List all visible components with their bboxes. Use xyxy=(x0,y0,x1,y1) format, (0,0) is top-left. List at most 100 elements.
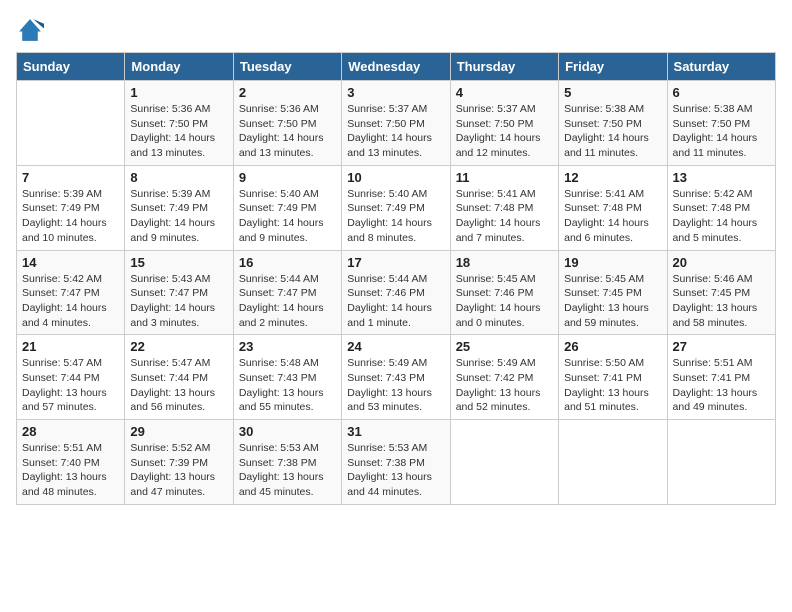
calendar-week-2: 7Sunrise: 5:39 AM Sunset: 7:49 PM Daylig… xyxy=(17,165,776,250)
day-info: Sunrise: 5:50 AM Sunset: 7:41 PM Dayligh… xyxy=(564,356,661,415)
column-header-monday: Monday xyxy=(125,53,233,81)
calendar-cell: 15Sunrise: 5:43 AM Sunset: 7:47 PM Dayli… xyxy=(125,250,233,335)
calendar-cell: 12 Sunrise: 5:41 AM Sunset: 7:48 PM Dayli… xyxy=(559,165,667,250)
calendar-cell: 30 Sunrise: 5:53 AM Sunset: 7:38 PM Dayli… xyxy=(233,420,341,505)
calendar-cell: 26Sunrise: 5:50 AM Sunset: 7:41 PM Dayli… xyxy=(559,335,667,420)
calendar-cell: 27 Sunrise: 5:51 AM Sunset: 7:41 PM Dayli… xyxy=(667,335,775,420)
day-info: Sunrise: 5:37 AM Sunset: 7:50 PM Dayligh… xyxy=(456,102,553,161)
day-info: Sunrise: 5:52 AM Sunset: 7:39 PM Dayligh… xyxy=(130,441,227,500)
column-header-thursday: Thursday xyxy=(450,53,558,81)
day-info: Sunrise: 5:49 AM Sunset: 7:43 PM Dayligh… xyxy=(347,356,444,415)
day-info: Sunrise: 5:51 AM Sunset: 7:40 PM Dayligh… xyxy=(22,441,119,500)
day-info: Sunrise: 5:53 AM Sunset: 7:38 PM Dayligh… xyxy=(239,441,336,500)
day-info: Sunrise: 5:45 AM Sunset: 7:45 PM Dayligh… xyxy=(564,272,661,331)
calendar-cell: 19 Sunrise: 5:45 AM Sunset: 7:45 PM Dayli… xyxy=(559,250,667,335)
column-header-sunday: Sunday xyxy=(17,53,125,81)
calendar-cell: 11Sunrise: 5:41 AM Sunset: 7:48 PM Dayli… xyxy=(450,165,558,250)
day-info: Sunrise: 5:42 AM Sunset: 7:47 PM Dayligh… xyxy=(22,272,119,331)
column-header-wednesday: Wednesday xyxy=(342,53,450,81)
day-info: Sunrise: 5:44 AM Sunset: 7:46 PM Dayligh… xyxy=(347,272,444,331)
day-info: Sunrise: 5:36 AM Sunset: 7:50 PM Dayligh… xyxy=(239,102,336,161)
day-number: 18 xyxy=(456,255,553,270)
calendar-cell xyxy=(17,81,125,166)
day-info: Sunrise: 5:45 AM Sunset: 7:46 PM Dayligh… xyxy=(456,272,553,331)
day-info: Sunrise: 5:53 AM Sunset: 7:38 PM Dayligh… xyxy=(347,441,444,500)
day-number: 30 xyxy=(239,424,336,439)
calendar-cell: 22 Sunrise: 5:47 AM Sunset: 7:44 PM Dayli… xyxy=(125,335,233,420)
calendar-week-5: 28 Sunrise: 5:51 AM Sunset: 7:40 PM Dayli… xyxy=(17,420,776,505)
day-number: 19 xyxy=(564,255,661,270)
calendar-cell xyxy=(450,420,558,505)
day-info: Sunrise: 5:41 AM Sunset: 7:48 PM Dayligh… xyxy=(564,187,661,246)
day-number: 22 xyxy=(130,339,227,354)
day-info: Sunrise: 5:44 AM Sunset: 7:47 PM Dayligh… xyxy=(239,272,336,331)
calendar-week-3: 14 Sunrise: 5:42 AM Sunset: 7:47 PM Dayli… xyxy=(17,250,776,335)
day-info: Sunrise: 5:47 AM Sunset: 7:44 PM Dayligh… xyxy=(130,356,227,415)
calendar-cell: 16 Sunrise: 5:44 AM Sunset: 7:47 PM Dayli… xyxy=(233,250,341,335)
calendar-cell: 20 Sunrise: 5:46 AM Sunset: 7:45 PM Dayli… xyxy=(667,250,775,335)
day-info: Sunrise: 5:43 AM Sunset: 7:47 PM Dayligh… xyxy=(130,272,227,331)
column-header-friday: Friday xyxy=(559,53,667,81)
day-number: 10 xyxy=(347,170,444,185)
calendar-cell: 10 Sunrise: 5:40 AM Sunset: 7:49 PM Dayli… xyxy=(342,165,450,250)
calendar-cell xyxy=(667,420,775,505)
calendar-cell: 24 Sunrise: 5:49 AM Sunset: 7:43 PM Dayli… xyxy=(342,335,450,420)
day-number: 31 xyxy=(347,424,444,439)
day-info: Sunrise: 5:38 AM Sunset: 7:50 PM Dayligh… xyxy=(673,102,770,161)
column-header-saturday: Saturday xyxy=(667,53,775,81)
calendar-cell: 29Sunrise: 5:52 AM Sunset: 7:39 PM Dayli… xyxy=(125,420,233,505)
day-info: Sunrise: 5:39 AM Sunset: 7:49 PM Dayligh… xyxy=(130,187,227,246)
day-info: Sunrise: 5:51 AM Sunset: 7:41 PM Dayligh… xyxy=(673,356,770,415)
calendar-cell: 1 Sunrise: 5:36 AM Sunset: 7:50 PM Daylig… xyxy=(125,81,233,166)
calendar-week-4: 21 Sunrise: 5:47 AM Sunset: 7:44 PM Dayli… xyxy=(17,335,776,420)
calendar-cell: 18 Sunrise: 5:45 AM Sunset: 7:46 PM Dayli… xyxy=(450,250,558,335)
calendar-week-1: 1 Sunrise: 5:36 AM Sunset: 7:50 PM Daylig… xyxy=(17,81,776,166)
day-info: Sunrise: 5:39 AM Sunset: 7:49 PM Dayligh… xyxy=(22,187,119,246)
page-header xyxy=(16,16,776,44)
day-number: 14 xyxy=(22,255,119,270)
day-number: 21 xyxy=(22,339,119,354)
day-info: Sunrise: 5:47 AM Sunset: 7:44 PM Dayligh… xyxy=(22,356,119,415)
calendar-cell: 14 Sunrise: 5:42 AM Sunset: 7:47 PM Dayli… xyxy=(17,250,125,335)
day-number: 3 xyxy=(347,85,444,100)
day-number: 12 xyxy=(564,170,661,185)
day-number: 20 xyxy=(673,255,770,270)
day-number: 25 xyxy=(456,339,553,354)
calendar-cell: 9Sunrise: 5:40 AM Sunset: 7:49 PM Daylig… xyxy=(233,165,341,250)
day-number: 4 xyxy=(456,85,553,100)
calendar-cell: 6 Sunrise: 5:38 AM Sunset: 7:50 PM Daylig… xyxy=(667,81,775,166)
calendar-cell: 3Sunrise: 5:37 AM Sunset: 7:50 PM Daylig… xyxy=(342,81,450,166)
calendar-cell: 21 Sunrise: 5:47 AM Sunset: 7:44 PM Dayli… xyxy=(17,335,125,420)
day-number: 6 xyxy=(673,85,770,100)
day-number: 23 xyxy=(239,339,336,354)
calendar-cell: 28 Sunrise: 5:51 AM Sunset: 7:40 PM Dayli… xyxy=(17,420,125,505)
calendar-cell: 13 Sunrise: 5:42 AM Sunset: 7:48 PM Dayli… xyxy=(667,165,775,250)
day-info: Sunrise: 5:40 AM Sunset: 7:49 PM Dayligh… xyxy=(347,187,444,246)
column-header-tuesday: Tuesday xyxy=(233,53,341,81)
day-info: Sunrise: 5:49 AM Sunset: 7:42 PM Dayligh… xyxy=(456,356,553,415)
day-number: 28 xyxy=(22,424,119,439)
calendar-cell: 25 Sunrise: 5:49 AM Sunset: 7:42 PM Dayli… xyxy=(450,335,558,420)
day-number: 17 xyxy=(347,255,444,270)
day-info: Sunrise: 5:40 AM Sunset: 7:49 PM Dayligh… xyxy=(239,187,336,246)
logo xyxy=(16,16,48,44)
logo-icon xyxy=(16,16,44,44)
calendar-table: SundayMondayTuesdayWednesdayThursdayFrid… xyxy=(16,52,776,505)
day-number: 1 xyxy=(130,85,227,100)
day-info: Sunrise: 5:48 AM Sunset: 7:43 PM Dayligh… xyxy=(239,356,336,415)
day-info: Sunrise: 5:36 AM Sunset: 7:50 PM Dayligh… xyxy=(130,102,227,161)
day-number: 2 xyxy=(239,85,336,100)
day-info: Sunrise: 5:46 AM Sunset: 7:45 PM Dayligh… xyxy=(673,272,770,331)
day-number: 27 xyxy=(673,339,770,354)
calendar-cell: 2 Sunrise: 5:36 AM Sunset: 7:50 PM Daylig… xyxy=(233,81,341,166)
day-info: Sunrise: 5:42 AM Sunset: 7:48 PM Dayligh… xyxy=(673,187,770,246)
calendar-cell: 23 Sunrise: 5:48 AM Sunset: 7:43 PM Dayli… xyxy=(233,335,341,420)
day-number: 13 xyxy=(673,170,770,185)
day-number: 24 xyxy=(347,339,444,354)
day-number: 16 xyxy=(239,255,336,270)
calendar-header-row: SundayMondayTuesdayWednesdayThursdayFrid… xyxy=(17,53,776,81)
calendar-cell: 17 Sunrise: 5:44 AM Sunset: 7:46 PM Dayli… xyxy=(342,250,450,335)
day-number: 5 xyxy=(564,85,661,100)
calendar-cell: 8Sunrise: 5:39 AM Sunset: 7:49 PM Daylig… xyxy=(125,165,233,250)
calendar-cell: 4 Sunrise: 5:37 AM Sunset: 7:50 PM Daylig… xyxy=(450,81,558,166)
